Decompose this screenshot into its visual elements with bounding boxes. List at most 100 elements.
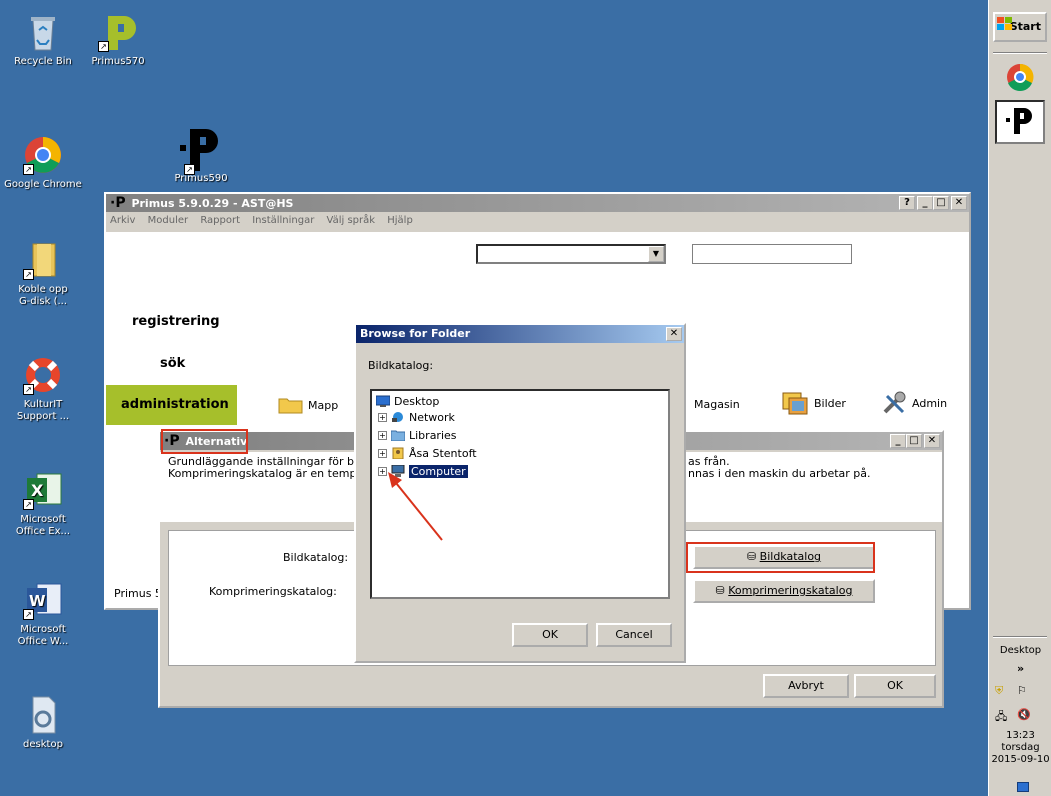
tree-item-desktop[interactable]: Desktop bbox=[376, 393, 439, 409]
network-tray-icon[interactable]: 🖧 bbox=[995, 708, 1007, 727]
clock-day: torsdag bbox=[1001, 742, 1040, 753]
primus-icon bbox=[1006, 108, 1032, 134]
close-button[interactable]: ✕ bbox=[951, 196, 967, 210]
expand-icon[interactable]: + bbox=[378, 412, 387, 422]
svg-text:X: X bbox=[31, 481, 44, 500]
pictures-icon bbox=[782, 392, 808, 415]
menu-valj-sprak[interactable]: Välj språk bbox=[327, 215, 376, 226]
maximize-button[interactable]: □ bbox=[933, 196, 949, 210]
primus-titlebar: ·P Primus 5.9.0.29 - AST@HS ? _ □ ✕ bbox=[106, 194, 969, 212]
libraries-icon bbox=[391, 430, 405, 441]
clock[interactable]: 13:23 torsdag 2015-09-10 bbox=[989, 730, 1051, 766]
desktop-toolbar-label[interactable]: Desktop bbox=[989, 645, 1051, 656]
shortcut-arrow-icon: ↗ bbox=[23, 499, 34, 510]
folder-icon: ↗ bbox=[23, 240, 63, 280]
shortcut-arrow-icon: ↗ bbox=[23, 269, 34, 280]
file-icon bbox=[23, 695, 63, 735]
divider bbox=[993, 636, 1047, 638]
toolbar-magasin[interactable]: Magasin bbox=[694, 398, 740, 411]
help-button[interactable]: ? bbox=[899, 196, 915, 210]
chrome-icon: ↗ bbox=[23, 135, 63, 175]
show-desktop-icon[interactable] bbox=[1017, 782, 1029, 792]
taskbar: Start Desktop » ⛨ ⚐ 🖧 🔇 13:23 torsdag 20… bbox=[988, 0, 1051, 796]
ok-button[interactable]: OK bbox=[854, 674, 936, 698]
maximize-button[interactable]: □ bbox=[906, 434, 922, 448]
avbryt-button[interactable]: Avbryt bbox=[763, 674, 849, 698]
toolbar-magasin-label: Magasin bbox=[694, 398, 740, 411]
desktop-icon-chrome[interactable]: ↗ Google Chrome bbox=[0, 135, 86, 191]
clock-date: 2015-09-10 bbox=[991, 754, 1050, 765]
browse-titlebar: Browse for Folder ✕ bbox=[356, 325, 684, 343]
toolbar-bilder[interactable]: Bilder bbox=[782, 391, 846, 415]
module-select[interactable]: ▼ bbox=[476, 244, 666, 264]
desktop-icon-primus590[interactable]: ↗ Primus590 bbox=[158, 125, 244, 185]
menu-hjalp[interactable]: Hjälp bbox=[387, 215, 413, 226]
menu-arkiv[interactable]: Arkiv bbox=[110, 215, 135, 226]
chevron-down-icon[interactable]: ▼ bbox=[648, 246, 664, 262]
folder-tree-icon: ⛁ bbox=[715, 584, 729, 597]
komprimeringskatalog-label: Komprimeringskatalog: bbox=[209, 585, 337, 598]
shortcut-arrow-icon: ↗ bbox=[98, 41, 109, 52]
shortcut-arrow-icon: ↗ bbox=[23, 609, 34, 620]
close-button[interactable]: ✕ bbox=[924, 434, 940, 448]
clock-time: 13:23 bbox=[1006, 730, 1035, 741]
toolbar-mapp-label: Mapp bbox=[308, 398, 339, 412]
divider bbox=[993, 52, 1047, 54]
desktop-icon-desktop-file[interactable]: desktop bbox=[0, 695, 86, 751]
toolbar-admin-label: Admin bbox=[912, 396, 948, 410]
menu-rapport[interactable]: Rapport bbox=[200, 215, 240, 226]
menu-installningar[interactable]: Inställningar bbox=[252, 215, 314, 226]
svg-text:W: W bbox=[29, 592, 46, 610]
toolbar-admin[interactable]: Admin bbox=[882, 391, 947, 415]
search-input[interactable] bbox=[692, 244, 852, 264]
word-icon: W ↗ bbox=[23, 580, 63, 620]
nav-sok[interactable]: sök bbox=[160, 356, 185, 371]
desktop-icon-kulturit[interactable]: ↗ KulturIT Support ... bbox=[0, 355, 86, 423]
close-button[interactable]: ✕ bbox=[666, 327, 682, 341]
nav-registrering[interactable]: registrering bbox=[132, 314, 220, 329]
desktop: Recycle Bin ↗ Primus570 ↗ Google Chrome … bbox=[0, 0, 988, 796]
toolbar-chevron-icon[interactable]: » bbox=[989, 662, 1051, 675]
desktop-icon-recycle-bin[interactable]: Recycle Bin bbox=[0, 12, 86, 68]
desktop-icon-koble-opp[interactable]: ↗ Koble opp G-disk (... bbox=[0, 240, 86, 308]
tree-item-network[interactable]: + Network bbox=[378, 409, 455, 425]
minimize-button[interactable]: _ bbox=[890, 434, 906, 448]
annotation-highlight-bildkatalog bbox=[686, 542, 875, 573]
excel-icon: X ↗ bbox=[23, 470, 63, 510]
taskbar-chrome[interactable] bbox=[995, 62, 1045, 102]
bildkatalog-label: Bildkatalog: bbox=[283, 551, 349, 564]
browse-ok-button[interactable]: OK bbox=[512, 623, 588, 647]
browse-cancel-button[interactable]: Cancel bbox=[596, 623, 672, 647]
nav-administration[interactable]: administration bbox=[106, 385, 237, 425]
start-button[interactable]: Start bbox=[993, 12, 1047, 42]
menu-moduler[interactable]: Moduler bbox=[148, 215, 188, 226]
tree-item-asa-stentoft[interactable]: + Åsa Stentoft bbox=[378, 445, 477, 461]
annotation-highlight-alternativ bbox=[161, 429, 248, 454]
browse-title: Browse for Folder bbox=[360, 327, 471, 340]
expand-icon[interactable]: + bbox=[378, 448, 387, 458]
komprimeringskatalog-button[interactable]: ⛁ Komprimeringskatalog bbox=[693, 579, 875, 603]
minimize-button[interactable]: _ bbox=[917, 196, 933, 210]
primus-icon: ↗ bbox=[176, 125, 226, 175]
desktop-icon-primus570[interactable]: ↗ Primus570 bbox=[75, 12, 161, 68]
folder-icon bbox=[278, 398, 303, 414]
expand-icon[interactable]: + bbox=[378, 430, 387, 440]
shield-icon[interactable]: ⛨ bbox=[995, 684, 1003, 698]
primus-window-title: Primus 5.9.0.29 - AST@HS bbox=[131, 197, 294, 210]
desktop-icon-excel[interactable]: X ↗ Microsoft Office Ex... bbox=[0, 470, 86, 538]
toolbar-mapp[interactable]: Mapp bbox=[278, 396, 338, 414]
user-folder-icon bbox=[392, 447, 404, 459]
lifebuoy-icon: ↗ bbox=[23, 355, 63, 395]
volume-muted-icon[interactable]: 🔇 bbox=[1017, 708, 1031, 721]
primus-logo-icon: ·P bbox=[110, 195, 126, 211]
flag-icon[interactable]: ⚐ bbox=[1017, 684, 1027, 697]
chrome-icon bbox=[1007, 63, 1034, 91]
start-label: Start bbox=[1009, 20, 1041, 33]
windows-logo-icon bbox=[997, 16, 1013, 42]
desktop-icon-word[interactable]: W ↗ Microsoft Office W... bbox=[0, 580, 86, 648]
tree-item-libraries[interactable]: + Libraries bbox=[378, 427, 457, 443]
description-line2-left: Komprimeringskatalog är en tempo bbox=[168, 467, 364, 480]
shortcut-arrow-icon: ↗ bbox=[23, 164, 34, 175]
taskbar-primus[interactable] bbox=[995, 100, 1045, 144]
shortcut-arrow-icon: ↗ bbox=[184, 164, 195, 175]
